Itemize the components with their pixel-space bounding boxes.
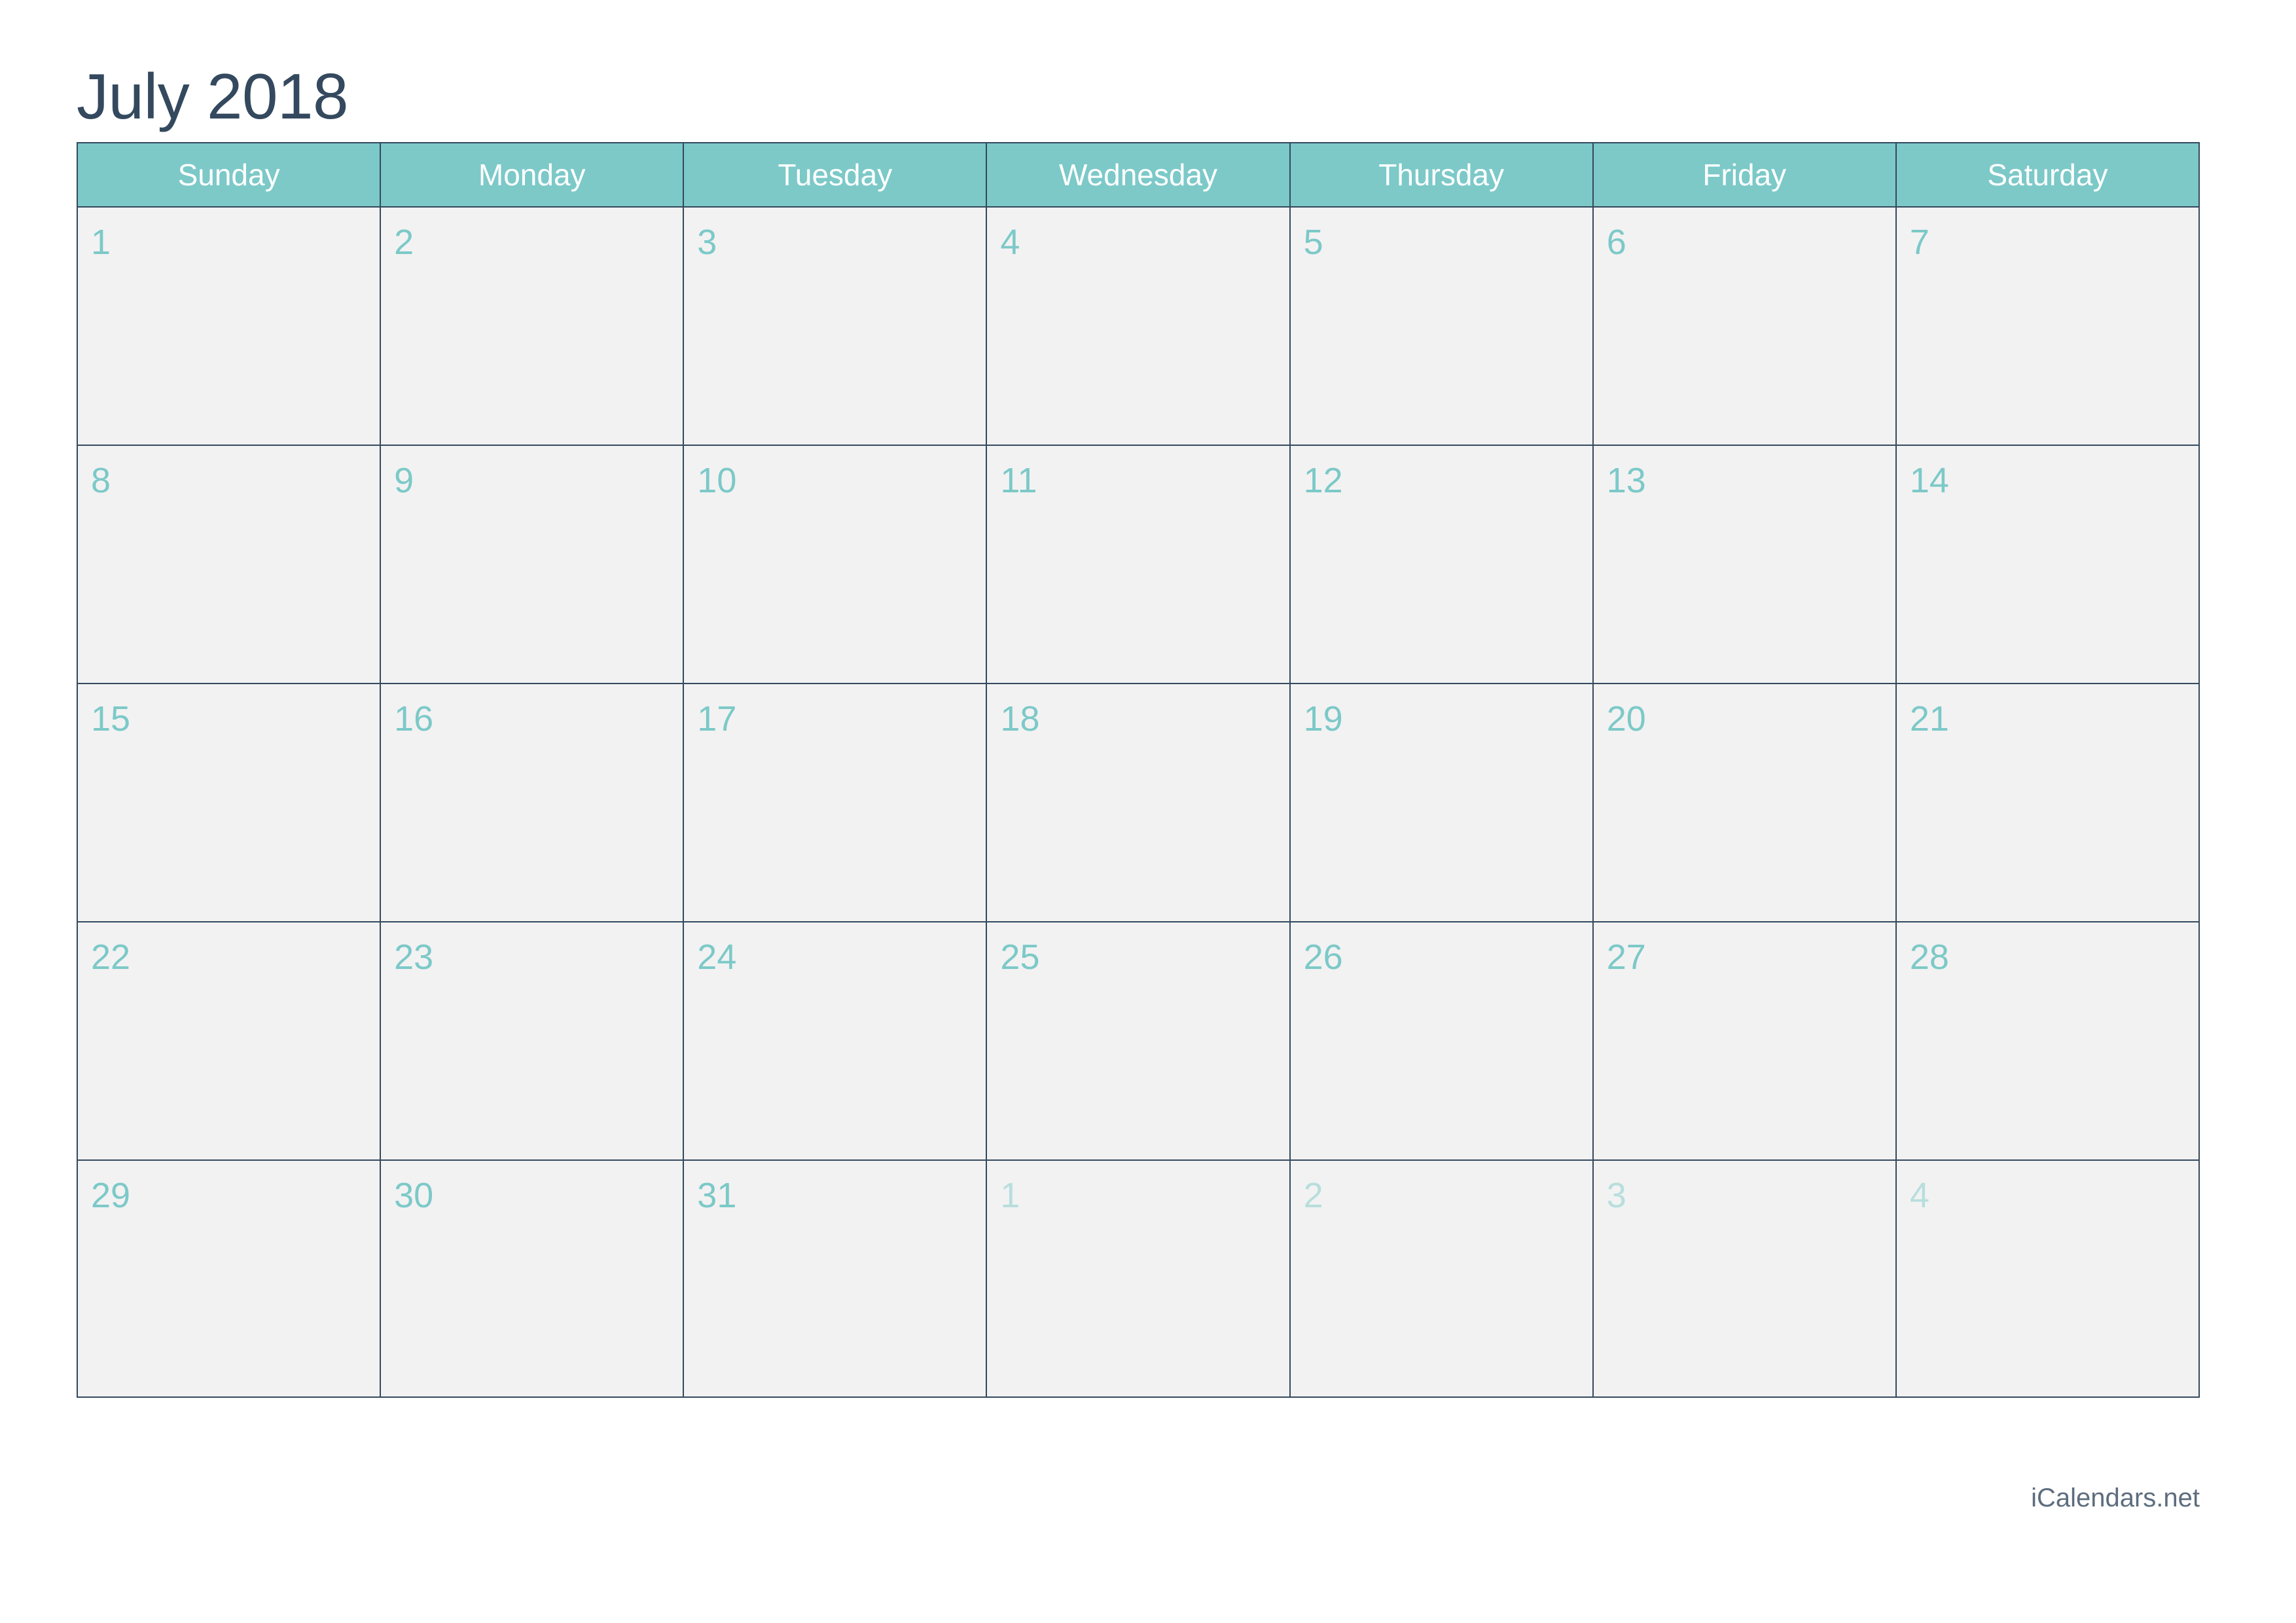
day-number: 6 xyxy=(1606,223,1626,262)
day-cell[interactable]: 31 xyxy=(683,1159,988,1398)
day-number: 9 xyxy=(394,461,414,500)
week-row: 1 2 3 4 5 6 7 xyxy=(76,206,2200,446)
day-cell-next-month[interactable]: 2 xyxy=(1289,1159,1594,1398)
calendar-body: 1 2 3 4 5 6 7 8 9 10 11 12 13 14 15 16 1… xyxy=(76,206,2200,1398)
calendar-page: July 2018 Sunday Monday Tuesday Wednesda… xyxy=(0,0,2296,1623)
day-cell[interactable]: 18 xyxy=(986,683,1291,922)
week-row: 29 30 31 1 2 3 4 xyxy=(76,1159,2200,1398)
day-cell[interactable]: 19 xyxy=(1289,683,1594,922)
day-cell[interactable]: 2 xyxy=(380,206,685,446)
day-number: 2 xyxy=(1303,1176,1323,1215)
day-cell[interactable]: 3 xyxy=(683,206,988,446)
day-number: 17 xyxy=(697,699,737,739)
day-cell[interactable]: 22 xyxy=(76,921,382,1161)
weekday-header: Sunday Monday Tuesday Wednesday Thursday… xyxy=(76,142,2200,208)
day-cell[interactable]: 30 xyxy=(380,1159,685,1398)
day-cell[interactable]: 14 xyxy=(1895,445,2200,684)
day-number: 15 xyxy=(91,699,131,739)
day-cell[interactable]: 28 xyxy=(1895,921,2200,1161)
day-cell[interactable]: 26 xyxy=(1289,921,1594,1161)
weekday-header-sunday: Sunday xyxy=(76,142,382,208)
day-number: 1 xyxy=(1000,1176,1020,1215)
day-cell[interactable]: 8 xyxy=(76,445,382,684)
day-number: 10 xyxy=(697,461,737,500)
day-cell[interactable]: 24 xyxy=(683,921,988,1161)
day-number: 5 xyxy=(1303,223,1323,262)
day-number: 13 xyxy=(1606,461,1646,500)
month-calendar-grid: Sunday Monday Tuesday Wednesday Thursday… xyxy=(76,142,2200,1398)
day-cell[interactable]: 4 xyxy=(986,206,1291,446)
day-cell[interactable]: 27 xyxy=(1592,921,1897,1161)
day-cell[interactable]: 1 xyxy=(76,206,382,446)
day-number: 28 xyxy=(1909,938,1949,977)
day-cell[interactable]: 7 xyxy=(1895,206,2200,446)
weekday-header-friday: Friday xyxy=(1592,142,1897,208)
day-number: 14 xyxy=(1909,461,1949,500)
day-number: 19 xyxy=(1303,699,1343,739)
day-number: 18 xyxy=(1000,699,1040,739)
day-number: 31 xyxy=(697,1176,737,1215)
weekday-header-monday: Monday xyxy=(380,142,685,208)
day-number: 22 xyxy=(91,938,131,977)
day-cell[interactable]: 12 xyxy=(1289,445,1594,684)
page-title: July 2018 xyxy=(77,60,349,132)
day-cell[interactable]: 17 xyxy=(683,683,988,922)
day-number: 16 xyxy=(394,699,434,739)
weekday-header-wednesday: Wednesday xyxy=(986,142,1291,208)
weekday-header-tuesday: Tuesday xyxy=(683,142,988,208)
day-cell[interactable]: 16 xyxy=(380,683,685,922)
day-number: 7 xyxy=(1909,223,1929,262)
day-number: 20 xyxy=(1606,699,1646,739)
day-number: 3 xyxy=(1606,1176,1626,1215)
day-number: 2 xyxy=(394,223,414,262)
week-row: 8 9 10 11 12 13 14 xyxy=(76,445,2200,684)
day-cell[interactable]: 5 xyxy=(1289,206,1594,446)
day-number: 8 xyxy=(91,461,111,500)
weekday-header-row: Sunday Monday Tuesday Wednesday Thursday… xyxy=(76,142,2200,208)
week-row: 15 16 17 18 19 20 21 xyxy=(76,683,2200,922)
day-cell[interactable]: 21 xyxy=(1895,683,2200,922)
week-row: 22 23 24 25 26 27 28 xyxy=(76,921,2200,1161)
day-number: 4 xyxy=(1909,1176,1929,1215)
day-cell-next-month[interactable]: 4 xyxy=(1895,1159,2200,1398)
day-number: 25 xyxy=(1000,938,1040,977)
day-number: 27 xyxy=(1606,938,1646,977)
day-number: 12 xyxy=(1303,461,1343,500)
day-number: 1 xyxy=(91,223,111,262)
day-number: 21 xyxy=(1909,699,1949,739)
day-cell[interactable]: 11 xyxy=(986,445,1291,684)
day-number: 26 xyxy=(1303,938,1343,977)
day-cell[interactable]: 10 xyxy=(683,445,988,684)
day-cell[interactable]: 23 xyxy=(380,921,685,1161)
day-number: 30 xyxy=(394,1176,434,1215)
day-number: 29 xyxy=(91,1176,131,1215)
day-number: 3 xyxy=(697,223,717,262)
weekday-header-saturday: Saturday xyxy=(1895,142,2200,208)
day-cell[interactable]: 6 xyxy=(1592,206,1897,446)
day-cell[interactable]: 29 xyxy=(76,1159,382,1398)
day-cell[interactable]: 25 xyxy=(986,921,1291,1161)
day-number: 24 xyxy=(697,938,737,977)
day-cell-next-month[interactable]: 3 xyxy=(1592,1159,1897,1398)
day-number: 4 xyxy=(1000,223,1020,262)
day-cell-next-month[interactable]: 1 xyxy=(986,1159,1291,1398)
day-number: 23 xyxy=(394,938,434,977)
footer-branding: iCalendars.net xyxy=(2031,1484,2200,1512)
weekday-header-thursday: Thursday xyxy=(1289,142,1594,208)
day-cell[interactable]: 15 xyxy=(76,683,382,922)
day-cell[interactable]: 13 xyxy=(1592,445,1897,684)
day-cell[interactable]: 9 xyxy=(380,445,685,684)
day-cell[interactable]: 20 xyxy=(1592,683,1897,922)
day-number: 11 xyxy=(1000,461,1037,500)
